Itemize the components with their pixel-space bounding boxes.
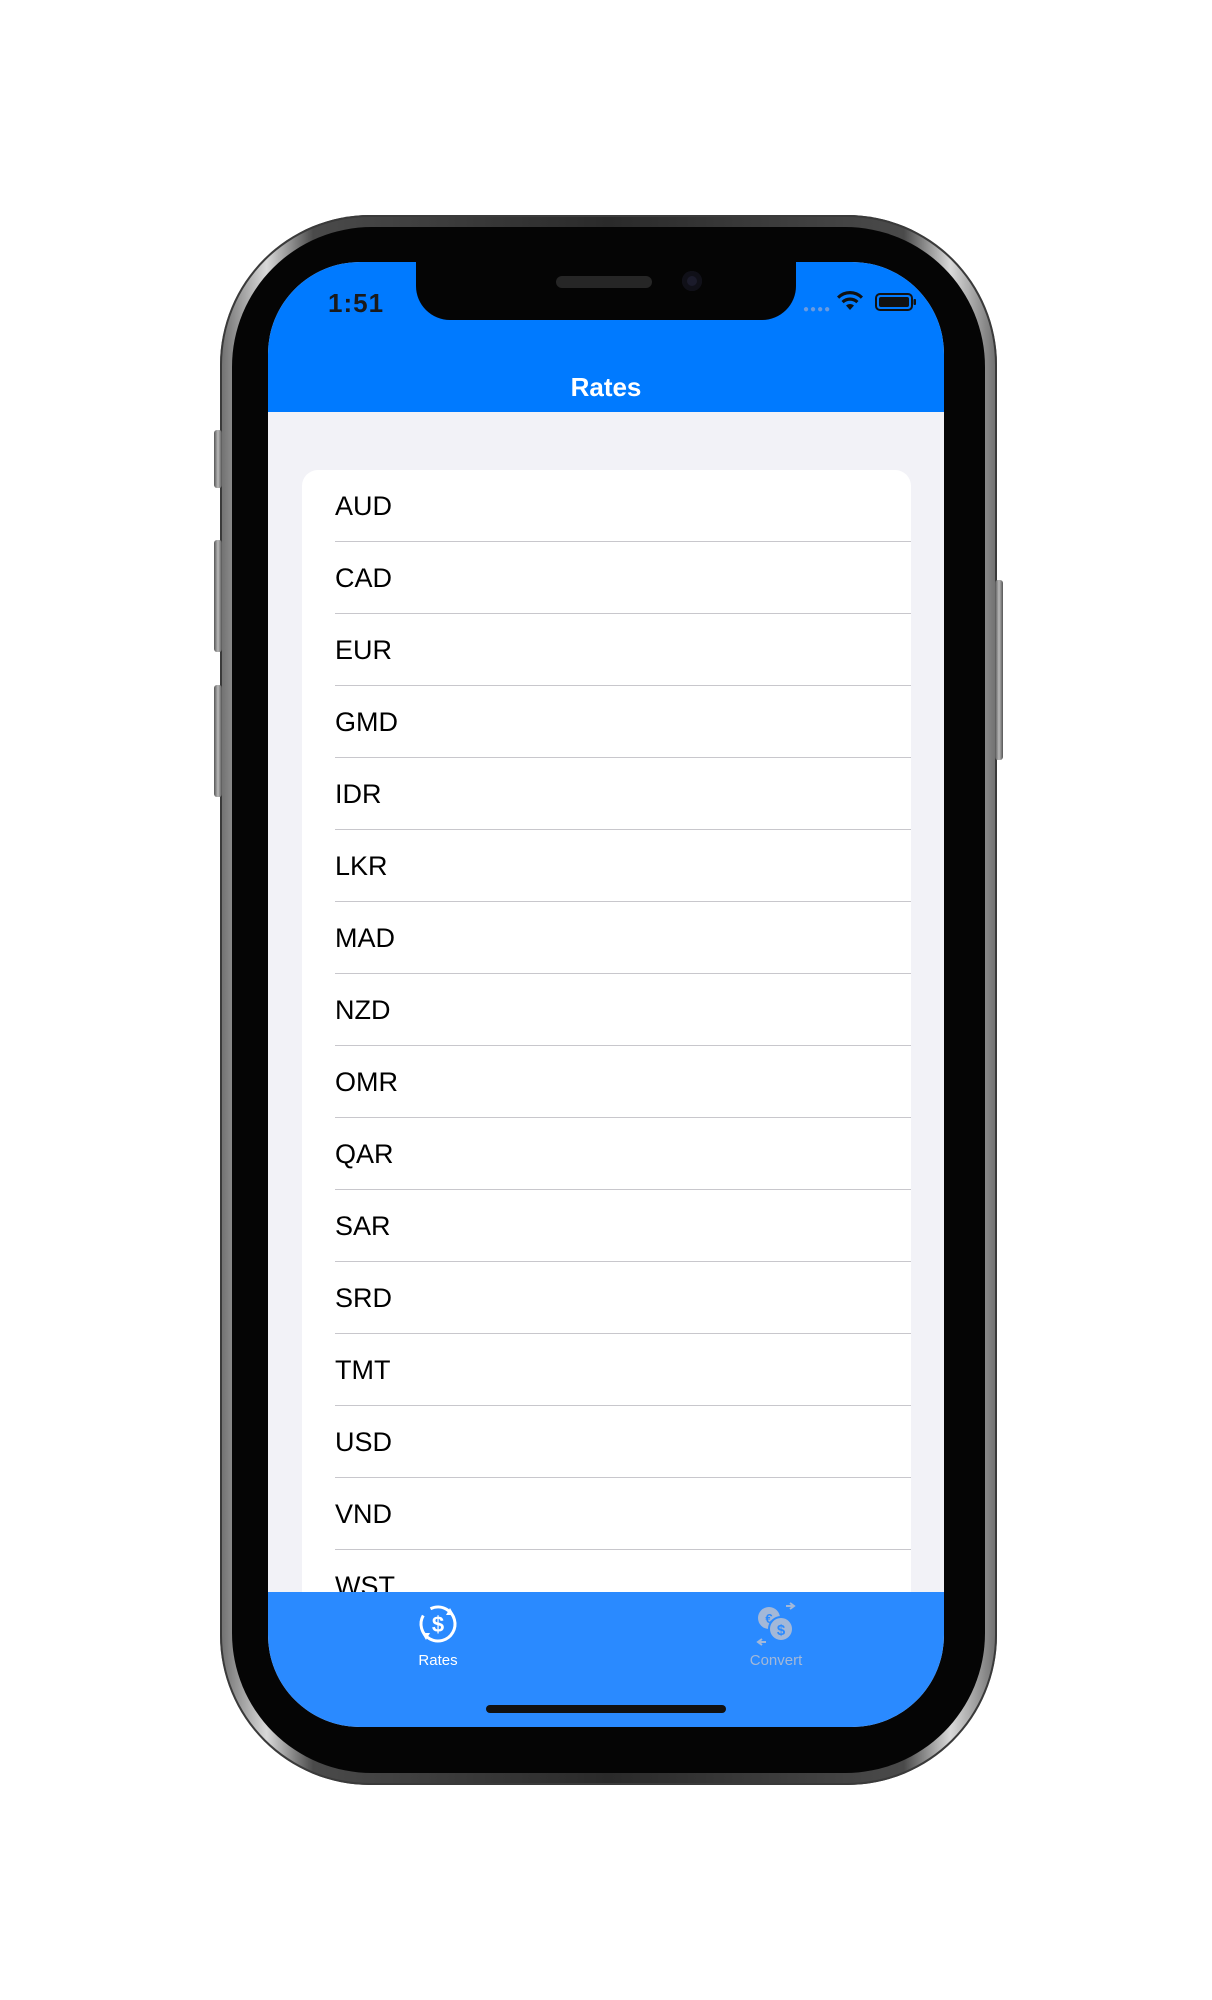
convert-coins-icon: € $ [756,1602,796,1646]
home-indicator[interactable] [486,1705,726,1713]
currency-list[interactable]: AUD CAD EUR GMD IDR LKR MAD NZD OMR QAR … [302,470,911,1610]
list-item[interactable]: USD [302,1406,911,1478]
list-item[interactable]: QAR [302,1118,911,1190]
volume-up-button [214,540,222,652]
tab-rates[interactable]: $ Rates [358,1600,518,1680]
svg-text:$: $ [432,1612,444,1637]
phone-screen: 1:51 ●●●● Rates AUD CAD EUR GMD IDR LKR … [268,262,944,1727]
tab-label: Convert [749,1652,803,1669]
list-item[interactable]: NZD [302,974,911,1046]
page-title: Rates [570,372,642,402]
list-item[interactable]: TMT [302,1334,911,1406]
wifi-icon [837,290,863,310]
tab-bar: $ Rates € $ Convert [268,1592,944,1727]
list-item[interactable]: CAD [302,542,911,614]
list-item[interactable]: OMR [302,1046,911,1118]
rates-exchange-icon: $ [419,1605,457,1643]
tab-label: Rates [418,1652,458,1669]
navigation-bar: Rates [268,372,944,412]
list-item[interactable]: VND [302,1478,911,1550]
list-item[interactable]: SAR [302,1190,911,1262]
camera-notch [416,262,796,320]
volume-down-button [214,685,222,797]
list-item[interactable]: GMD [302,686,911,758]
list-item[interactable]: IDR [302,758,911,830]
tab-convert[interactable]: € $ Convert [696,1600,856,1680]
list-item[interactable]: LKR [302,830,911,902]
svg-text:$: $ [777,1622,786,1639]
list-item[interactable]: AUD [302,470,911,542]
list-item[interactable]: MAD [302,902,911,974]
list-item[interactable]: SRD [302,1262,911,1334]
battery-icon [875,293,916,311]
cellular-signal-icon: ●●●● [803,304,832,315]
earpiece-speaker [556,276,652,288]
front-camera [682,271,702,291]
power-button [995,580,1003,760]
silent-switch [214,430,222,488]
status-time: 1:51 [328,288,385,318]
list-item[interactable]: EUR [302,614,911,686]
